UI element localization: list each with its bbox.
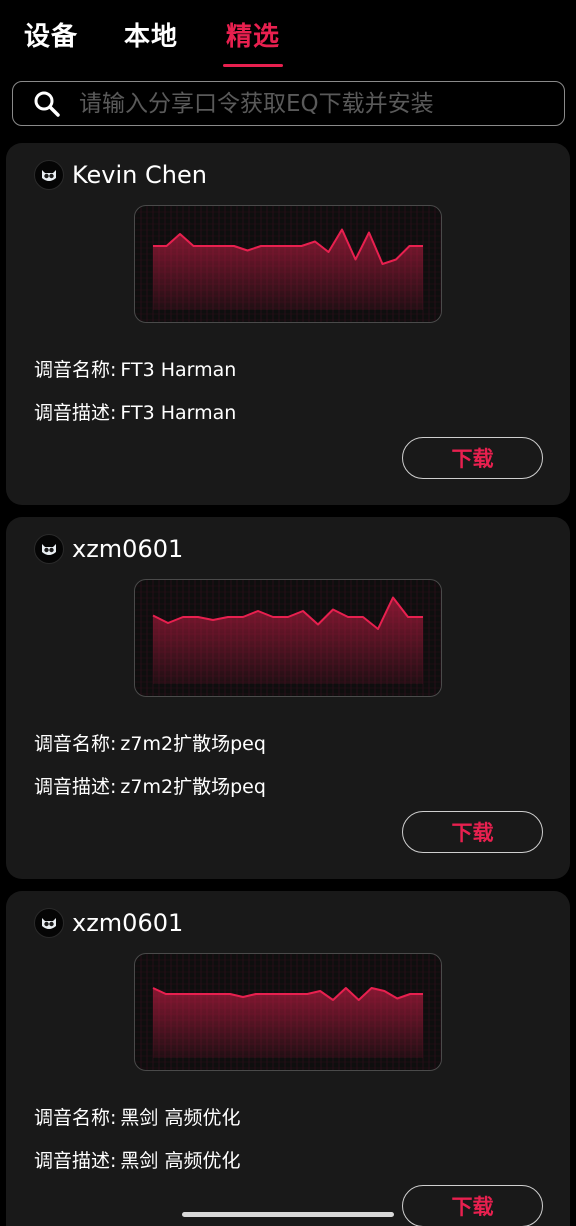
eq-card: Kevin Chen 调音名称: FT3 Harman 调音描述: FT3 Harm… xyxy=(6,143,570,505)
tuning-name-value: 黑剑 高频优化 xyxy=(120,1107,241,1129)
tuning-desc-row: 调音描述: z7m2扩散场peq xyxy=(34,772,266,799)
username: Kevin Chen xyxy=(72,161,207,189)
eq-curve-fill xyxy=(153,988,423,1058)
tuning-desc-value: 黑剑 高频优化 xyxy=(120,1150,241,1172)
avatar xyxy=(34,908,64,938)
download-button[interactable]: 下载 xyxy=(402,437,543,479)
tuning-desc-label: 调音描述: xyxy=(34,776,117,798)
tuning-name-label: 调音名称: xyxy=(34,733,117,755)
download-button[interactable]: 下载 xyxy=(402,811,543,853)
eq-curve-chart xyxy=(135,954,441,1070)
owl-logo-icon xyxy=(42,918,56,929)
tuning-name-row: 调音名称: FT3 Harman xyxy=(34,355,236,382)
tuning-name-row: 调音名称: z7m2扩散场peq xyxy=(34,729,266,756)
username: xzm0601 xyxy=(72,909,184,937)
download-button[interactable]: 下载 xyxy=(402,1185,543,1226)
eq-curve-preview[interactable] xyxy=(134,579,442,697)
eq-curve-fill xyxy=(153,597,423,684)
tuning-desc-label: 调音描述: xyxy=(34,402,117,424)
tab-device[interactable]: 设备 xyxy=(24,16,78,53)
eq-curve-chart xyxy=(135,206,441,322)
card-user-row: xzm0601 xyxy=(34,907,183,939)
tuning-desc-label: 调音描述: xyxy=(34,1150,117,1172)
tuning-name-label: 调音名称: xyxy=(34,1107,117,1129)
card-user-row: xzm0601 xyxy=(34,533,183,565)
username: xzm0601 xyxy=(72,535,184,563)
eq-curve-chart xyxy=(135,580,441,696)
tab-local[interactable]: 本地 xyxy=(124,16,178,53)
owl-logo-icon xyxy=(42,170,56,181)
tuning-desc-value: z7m2扩散场peq xyxy=(120,776,266,798)
tuning-name-value: z7m2扩散场peq xyxy=(120,733,266,755)
active-tab-indicator xyxy=(223,64,283,67)
owl-logo-icon xyxy=(42,544,56,555)
eq-curve-fill xyxy=(153,229,423,310)
eq-curve-preview[interactable] xyxy=(134,205,442,323)
tuning-name-value: FT3 Harman xyxy=(120,359,237,381)
search-icon xyxy=(33,90,61,118)
tuning-name-row: 调音名称: 黑剑 高频优化 xyxy=(34,1103,240,1130)
search-bar[interactable] xyxy=(12,81,565,126)
eq-curve-preview[interactable] xyxy=(134,953,442,1071)
eq-card: xzm0601 调音名称: 黑剑 高频优化 调音描述: 黑剑 高频优化 下载 xyxy=(6,891,570,1226)
tuning-desc-row: 调音描述: 黑剑 高频优化 xyxy=(34,1146,240,1173)
top-tab-bar: 设备 本地 精选 xyxy=(0,0,576,76)
tuning-desc-value: FT3 Harman xyxy=(120,402,237,424)
eq-card: xzm0601 调音名称: z7m2扩散场peq 调音描述: z7m2扩散场peq … xyxy=(6,517,570,879)
tab-featured[interactable]: 精选 xyxy=(226,16,280,53)
card-user-row: Kevin Chen xyxy=(34,159,207,191)
avatar xyxy=(34,160,64,190)
app-root: 设备 本地 精选 Kevin Chen xyxy=(0,0,576,1226)
search-input[interactable] xyxy=(79,86,549,122)
home-indicator[interactable] xyxy=(182,1212,394,1217)
tuning-desc-row: 调音描述: FT3 Harman xyxy=(34,398,236,425)
tuning-name-label: 调音名称: xyxy=(34,359,117,381)
avatar xyxy=(34,534,64,564)
